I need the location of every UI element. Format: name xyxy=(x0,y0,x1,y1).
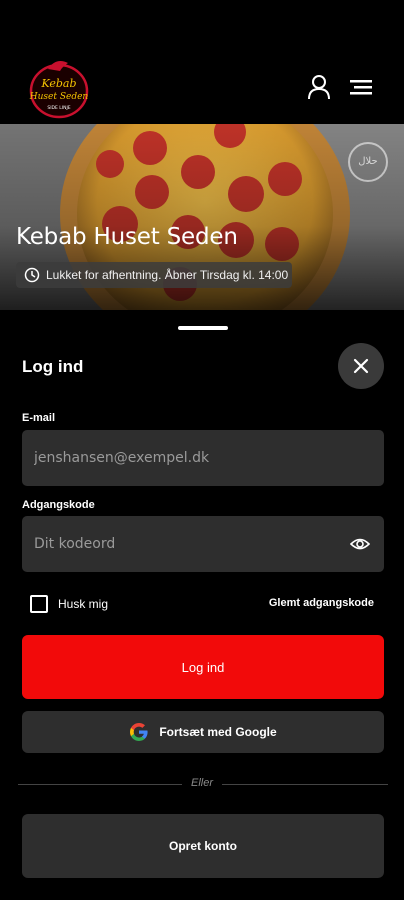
login-button[interactable]: Log ind xyxy=(22,635,384,699)
google-button-label: Fortsæt med Google xyxy=(159,725,277,739)
password-field-container xyxy=(22,516,384,572)
google-icon xyxy=(130,723,148,741)
halal-icon: حلال xyxy=(348,142,388,182)
clock-icon xyxy=(24,267,40,283)
eye-icon[interactable] xyxy=(350,534,370,554)
person-icon xyxy=(308,75,330,100)
logo-text-line3: SIDE LINJE xyxy=(47,105,70,111)
remember-me: Husk mig xyxy=(30,595,108,613)
create-account-button[interactable]: Opret konto xyxy=(22,814,384,878)
password-field[interactable] xyxy=(34,536,372,552)
email-field-container xyxy=(22,430,384,486)
remember-me-checkbox[interactable] xyxy=(30,595,48,613)
close-icon xyxy=(353,358,369,374)
email-label: E-mail xyxy=(22,412,56,424)
logo-text-line1: Kebab xyxy=(40,77,76,90)
menu-button[interactable] xyxy=(346,72,376,102)
divider-text: Eller xyxy=(182,777,222,789)
password-label: Adgangskode xyxy=(22,499,95,511)
hamburger-icon xyxy=(350,80,372,95)
email-field[interactable] xyxy=(34,450,372,466)
forgot-password-link[interactable]: Glemt adgangskode xyxy=(269,597,374,609)
restaurant-logo[interactable]: Kebab Huset Seden SIDE LINJE xyxy=(28,55,90,121)
top-bar: Kebab Huset Seden SIDE LINJE xyxy=(0,0,404,124)
remember-me-label[interactable]: Husk mig xyxy=(58,597,108,611)
sheet-drag-handle[interactable] xyxy=(178,326,228,330)
restaurant-name: Kebab Huset Seden xyxy=(16,224,238,250)
opening-status-text: Lukket for afhentning. Åbner Tirsdag kl.… xyxy=(46,268,289,282)
account-button[interactable] xyxy=(304,72,334,102)
svg-text:حلال: حلال xyxy=(358,156,377,167)
login-title: Log ind xyxy=(22,357,84,376)
google-button[interactable]: Fortsæt med Google xyxy=(22,711,384,753)
logo-text-line2: Huset Seden xyxy=(29,92,89,102)
close-button[interactable] xyxy=(338,343,384,389)
opening-status: Lukket for afhentning. Åbner Tirsdag kl.… xyxy=(16,262,292,288)
